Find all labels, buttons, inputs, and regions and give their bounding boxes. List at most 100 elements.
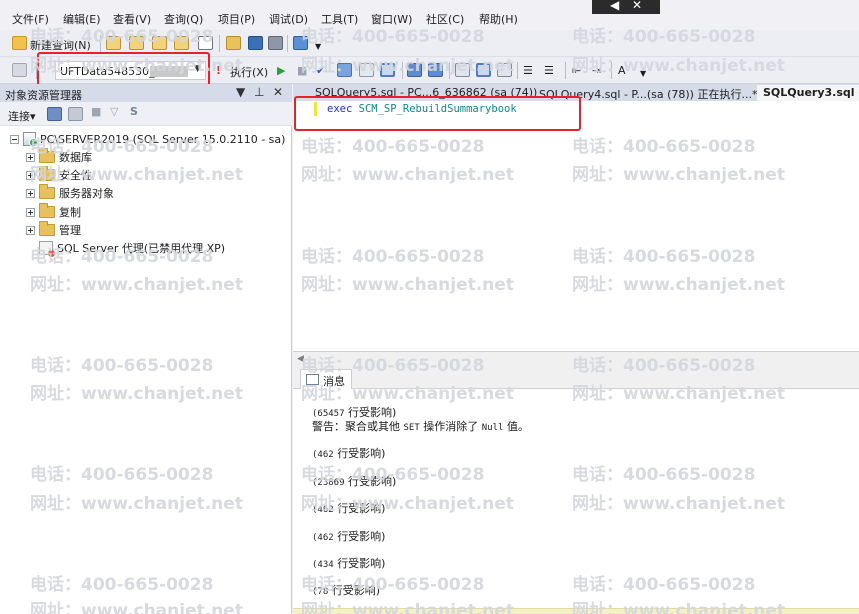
message-line: (78 行受影响) [312,584,381,597]
connect-server-icon[interactable] [47,107,62,121]
back-icon[interactable]: ◀ [610,0,619,12]
close-icon[interactable]: ✕ [273,85,283,99]
expand-icon[interactable] [26,207,35,217]
tree-node-sql-agent[interactable]: SQL Server 代理(已禁用代理 XP) [39,239,225,257]
folder-icon [39,203,55,218]
sql-agent-icon [39,241,55,257]
menu-tools[interactable]: 工具(T) [321,11,358,27]
tree-node-databases[interactable]: 数据库 [26,148,92,166]
menu-edit[interactable]: 编辑(E) [63,11,101,27]
tree-node-management[interactable]: 管理 [26,221,81,239]
menu-file[interactable]: 文件(F) [12,11,49,27]
stop-icon[interactable]: ■ [91,105,101,118]
tree-node-security[interactable]: 安全性 [26,166,92,184]
expand-icon[interactable] [26,225,35,235]
tab-messages-label: 消息 [323,375,345,388]
tab-messages[interactable]: 消息 [300,369,352,389]
tab-sqlquery3[interactable]: SQLQuery3.sql - P [757,85,859,101]
results-to-text-icon[interactable] [455,63,470,77]
folder-icon [39,148,55,163]
query-designer-icon[interactable] [359,63,374,77]
status-strip [293,608,859,614]
results-to-grid-icon[interactable] [380,63,395,77]
results-to-grid-active-icon[interactable] [476,63,491,77]
pin-icon[interactable]: ⊥ [254,85,264,99]
toolbar-separator [517,62,518,79]
menu-bar: 文件(F) 编辑(E) 查看(V) 查询(Q) 项目(P) 调试(D) 工具(T… [0,0,859,30]
folder-icon [39,221,55,236]
execute-button[interactable]: 执行(X) [230,64,268,80]
open-file-icon[interactable] [226,36,241,50]
tree-node-label: 安全性 [59,169,92,182]
server-icon [23,132,38,147]
parse-check-icon[interactable]: ✔ [316,64,325,77]
new-query-icon[interactable] [12,36,27,50]
results-to-file-icon[interactable] [497,63,512,77]
close-icon[interactable]: ✕ [632,0,642,12]
uncomment-lines-icon[interactable]: ☰ [544,64,554,77]
new-query-button[interactable]: 新建查询(N) [30,37,91,53]
menu-project[interactable]: 项目(P) [218,11,255,27]
query-editor[interactable]: exec SCM_SP_RebuildSummarybook [293,101,859,351]
messages-pane[interactable]: (65457 行受影响) 警告：聚合或其他 SET 操作消除了 Null 值。 … [293,389,859,614]
expand-icon[interactable] [26,188,35,198]
window-position-icon[interactable]: ▼ [236,85,245,99]
object-explorer-titlebar: 对象资源管理器 ▼ ⊥ ✕ [0,84,292,102]
connect-dropdown[interactable]: 连接▾ [8,108,36,124]
tree-node-label: 管理 [59,224,81,237]
xmla-query-icon[interactable] [174,36,189,50]
new-file-icon[interactable] [198,36,213,50]
specify-values-icon[interactable]: A [618,64,626,77]
comment-lines-icon[interactable]: ☰ [523,64,533,77]
object-explorer-toolbar: 连接▾ ■ ▽ S [0,102,292,126]
tree-node-server-objects[interactable]: 服务器对象 [26,184,114,202]
menu-debug[interactable]: 调试(D) [269,11,308,27]
menu-query[interactable]: 查询(Q) [164,11,203,27]
warning-line: 警告：聚合或其他 SET 操作消除了 Null 值。 [312,420,529,433]
analysis-services-query-icon[interactable] [129,36,144,50]
mdx-query-icon[interactable] [152,36,167,50]
debug-play-icon[interactable]: ▶ [277,64,285,77]
message-line: (462 行受影响) [312,530,386,543]
decrease-indent-icon[interactable]: ⇤ [572,64,581,77]
editor-horizontal-scrollbar[interactable]: ◀ [293,351,859,367]
activity-monitor-icon[interactable] [293,36,308,50]
connect-icon[interactable] [12,63,27,77]
cancel-query-icon[interactable]: ■ [297,64,307,77]
print-icon[interactable] [268,36,283,50]
menu-community[interactable]: 社区(C) [426,11,464,27]
tree-node-replication[interactable]: 复制 [26,203,81,221]
expand-icon[interactable] [26,170,35,180]
database-engine-query-icon[interactable] [106,36,121,50]
menu-help[interactable]: 帮助(H) [479,11,518,27]
collapse-icon[interactable] [10,134,19,144]
window-controls: ◀ ✕ [592,0,660,14]
disconnect-icon[interactable] [68,107,83,121]
tree-node-server[interactable]: PC\SERVER2019 (SQL Server 15.0.2110 - sa… [10,130,285,148]
filter-icon[interactable]: ▽ [110,105,118,118]
include-plan-icon[interactable] [407,63,422,77]
menu-view[interactable]: 查看(V) [113,11,151,27]
message-line: (23869 行受影响) [312,475,397,488]
scroll-left-icon[interactable]: ◀ [297,354,304,364]
expand-icon[interactable] [26,152,35,162]
toolbar-separator [100,35,101,52]
tree-node-label: SQL Server 代理(已禁用代理 XP) [57,242,226,255]
toolbar-separator [402,62,403,79]
toolbar-separator [287,35,288,52]
refresh-icon[interactable]: S [130,105,138,118]
increase-indent-icon[interactable]: ⇥ [592,64,601,77]
message-line: (462 行受影响) [312,502,386,515]
toolbar-overflow-icon[interactable]: ▼ [315,42,321,51]
message-line: (462 行受影响) [312,447,386,460]
save-icon[interactable] [248,36,263,50]
message-line: (434 行受影响) [312,557,386,570]
folder-icon [39,166,55,181]
client-statistics-icon[interactable] [428,63,443,77]
execute-icon[interactable]: ! [216,64,221,77]
menu-window[interactable]: 窗口(W) [371,11,412,27]
toolbar2-overflow-icon[interactable]: ▼ [640,69,646,78]
folder-icon [39,184,55,199]
display-plan-icon[interactable] [337,63,352,77]
object-explorer-title: 对象资源管理器 [5,89,82,102]
